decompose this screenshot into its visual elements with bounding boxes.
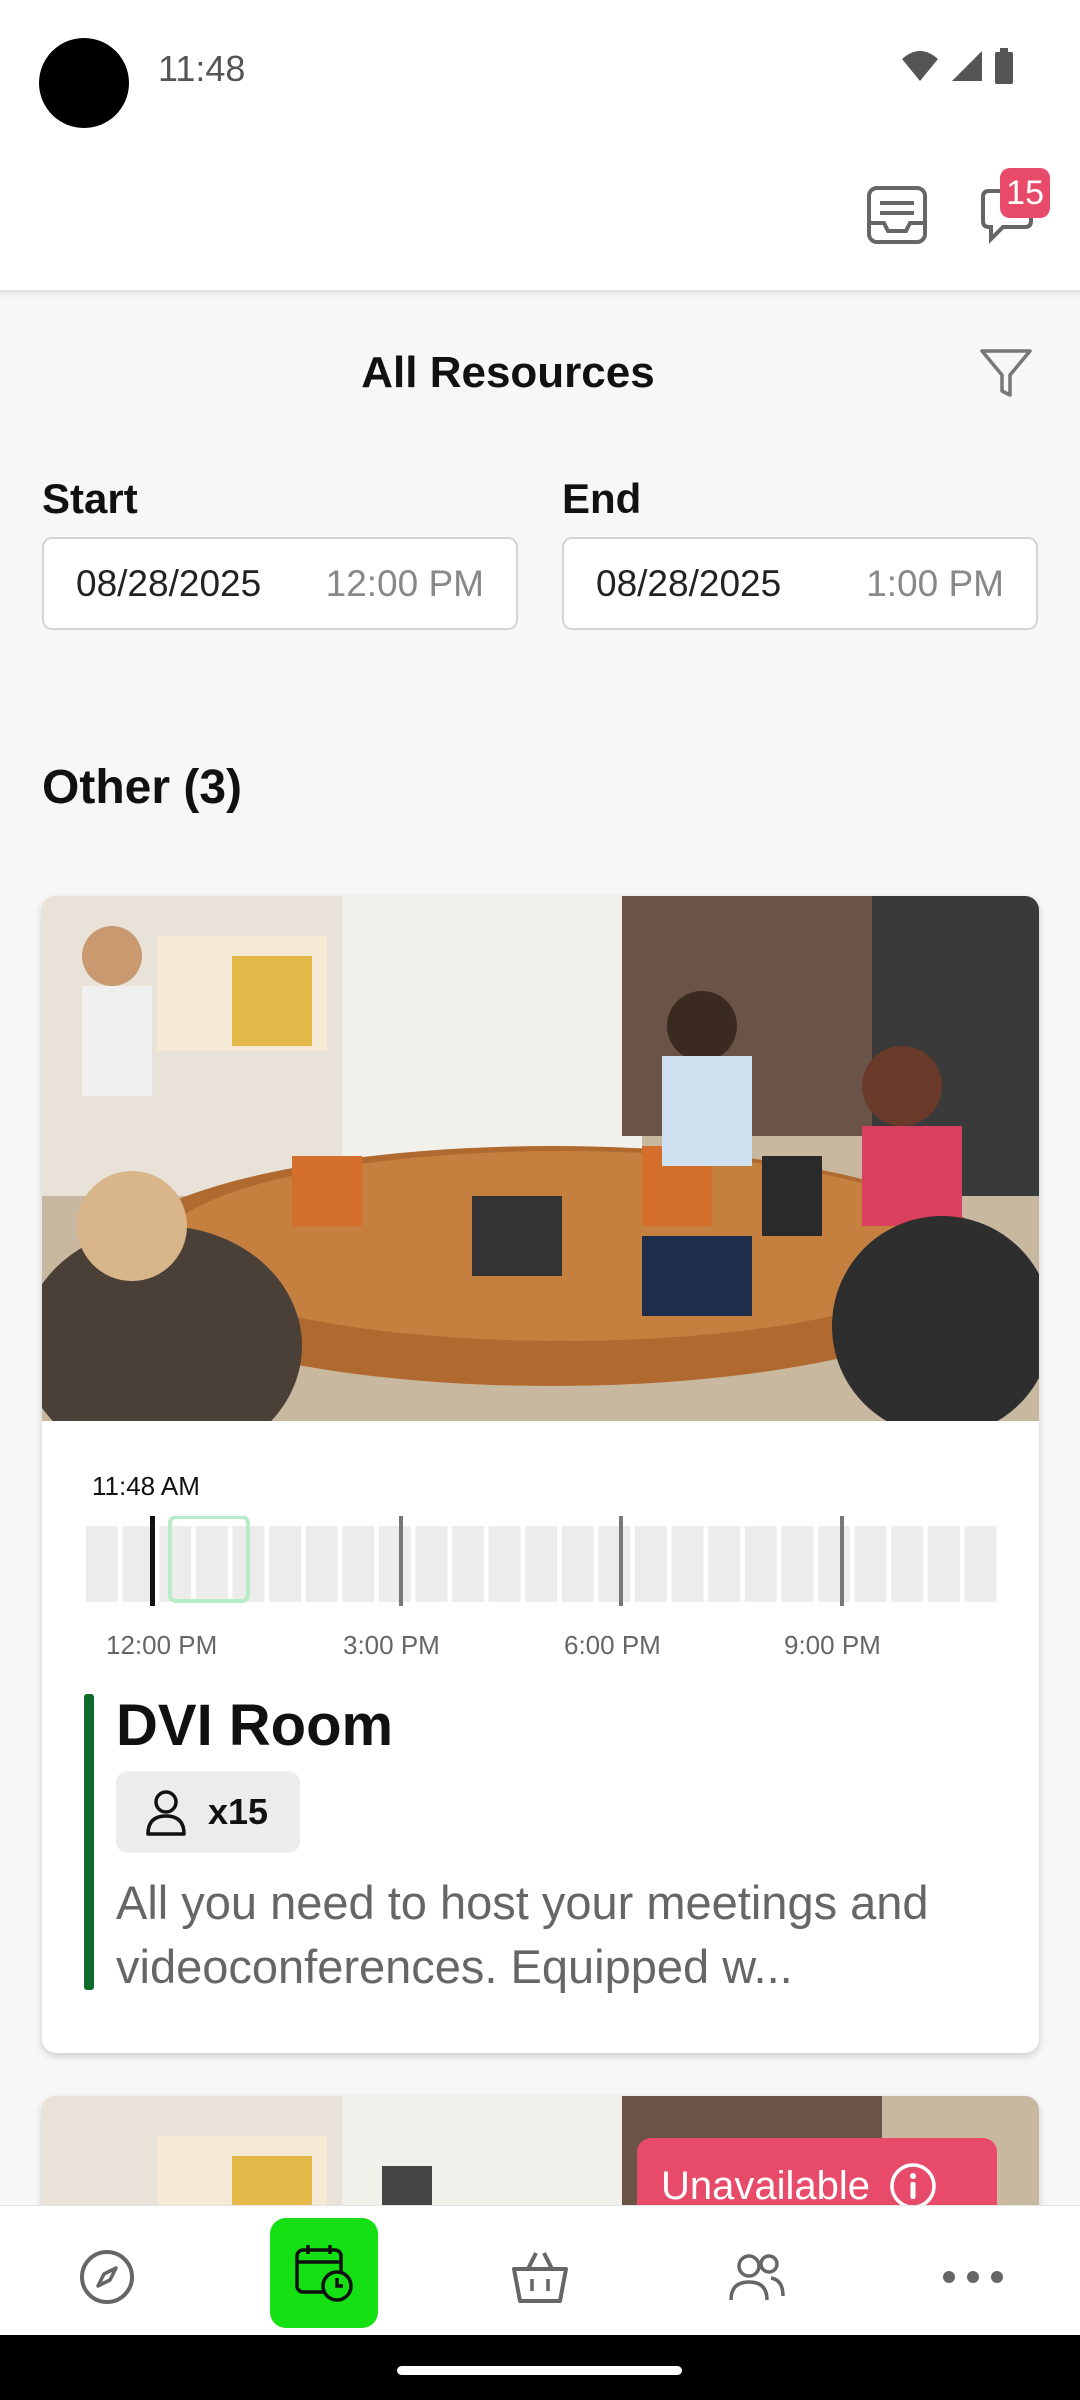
timeline-slot[interactable] [891, 1526, 924, 1602]
status-icons [900, 48, 1014, 84]
capacity-value: x15 [208, 1791, 269, 1832]
app-screen: 11:48 15 All Resources Start 08/28/2025 … [0, 0, 1080, 2400]
timeline-slot[interactable] [744, 1526, 777, 1602]
timeline-slot[interactable] [671, 1526, 704, 1602]
calendar-clock-icon [295, 2245, 353, 2302]
timeline-slot[interactable] [122, 1526, 155, 1602]
person-icon [146, 1790, 186, 1836]
people-icon [729, 2254, 785, 2301]
timeline-slot[interactable] [452, 1526, 484, 1602]
timeline-slot[interactable] [781, 1526, 814, 1602]
room-name: DVI Room [116, 1693, 394, 1758]
availability-timeline[interactable] [84, 1516, 998, 1606]
timeline-slot[interactable] [342, 1526, 375, 1602]
room-description: All you need to host your meetings and v… [116, 1876, 929, 1993]
home-gesture-bar[interactable] [397, 2366, 682, 2375]
inbox-button[interactable] [862, 180, 932, 250]
tick-label-12pm: 12:00 PM [106, 1630, 218, 1660]
start-time: 12:00 PM [325, 562, 484, 604]
nav-people[interactable] [702, 2222, 812, 2332]
timeline-slot[interactable] [305, 1526, 338, 1602]
timeline-slot[interactable] [927, 1526, 960, 1602]
tick-label-6pm: 6:00 PM [564, 1630, 661, 1660]
tick-label-3pm: 3:00 PM [343, 1630, 440, 1660]
current-time-marker [150, 1516, 155, 1606]
timeline-slot[interactable] [598, 1526, 631, 1602]
timeline-slot[interactable] [964, 1526, 997, 1602]
timeline-hour-marker [619, 1516, 623, 1606]
timeline-slot[interactable] [708, 1526, 741, 1602]
timeline-slot[interactable] [415, 1526, 448, 1602]
nav-more[interactable] [918, 2222, 1028, 2332]
nav-basket[interactable] [485, 2222, 595, 2332]
nav-explore[interactable] [52, 2222, 162, 2332]
timeline-slot[interactable] [525, 1526, 558, 1602]
resource-card[interactable]: 11:48 AM 12:00 PM 3:00 PM 6:00 PM 9:00 P… [42, 896, 1039, 2053]
timeline-slot[interactable] [561, 1526, 594, 1602]
end-datetime-field[interactable]: 08/28/2025 1:00 PM [562, 537, 1038, 630]
timeline-slot[interactable] [635, 1526, 667, 1602]
timeline-slot[interactable] [195, 1526, 228, 1602]
room-photo [42, 896, 1039, 1421]
explore-icon [80, 2250, 134, 2304]
end-time: 1:00 PM [866, 562, 1004, 604]
tick-label-9pm: 9:00 PM [784, 1630, 881, 1660]
signal-icon [952, 51, 982, 81]
timeline-hour-marker [399, 1516, 403, 1606]
wifi-icon [902, 51, 938, 81]
end-label: End [562, 475, 642, 522]
notifications-button[interactable]: 15 [972, 168, 1050, 250]
timeline-slot[interactable] [86, 1526, 118, 1602]
inbox-icon [867, 186, 927, 244]
capacity-chip: x15 [116, 1771, 300, 1853]
start-date: 08/28/2025 [76, 562, 262, 604]
camera-cutout [39, 38, 129, 128]
bottom-navigation [0, 2205, 1080, 2335]
timeline-slot[interactable] [488, 1526, 521, 1602]
info-icon [890, 2163, 936, 2209]
section-title: Other (3) [42, 761, 243, 814]
room-accent-bar [84, 1694, 94, 1990]
page-title: All Resources [361, 348, 655, 397]
notification-badge: 15 [1000, 168, 1050, 218]
timeline-slot[interactable] [159, 1526, 192, 1602]
basket-icon [512, 2252, 568, 2303]
end-date: 08/28/2025 [596, 562, 782, 604]
current-time-label: 11:48 AM [92, 1471, 200, 1501]
more-icon [943, 2271, 1003, 2283]
start-datetime-field[interactable]: 08/28/2025 12:00 PM [42, 537, 518, 630]
start-label: Start [42, 475, 138, 522]
timeline-slot[interactable] [854, 1526, 887, 1602]
nav-bookings[interactable] [270, 2218, 378, 2328]
unavailable-label: Unavailable [661, 2163, 871, 2208]
timeline-slot[interactable] [269, 1526, 301, 1602]
timeline-hour-marker [840, 1516, 844, 1606]
timeline-slot[interactable] [378, 1526, 411, 1602]
timeline-slot[interactable] [818, 1526, 850, 1602]
status-time: 11:48 [158, 48, 246, 89]
battery-icon [995, 48, 1013, 84]
top-bar: 11:48 15 [0, 0, 1080, 292]
filter-icon[interactable] [978, 345, 1034, 401]
